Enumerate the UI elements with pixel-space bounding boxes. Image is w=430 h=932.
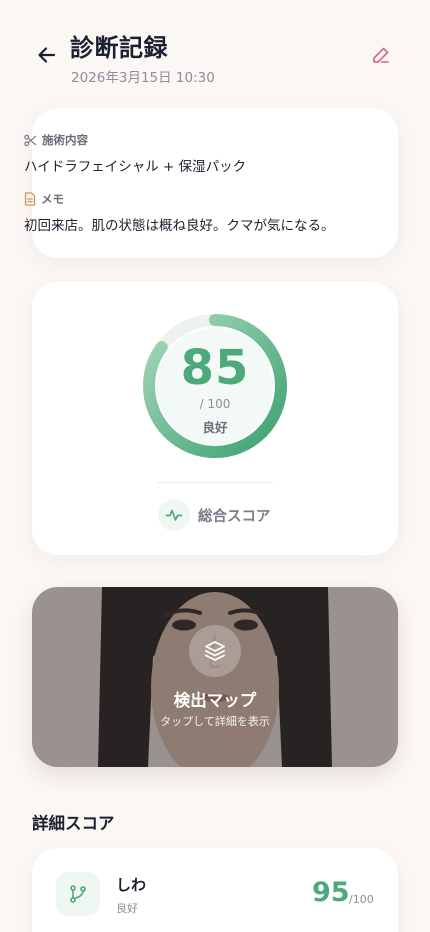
arrow-left-icon (38, 47, 56, 63)
detail-item-name: しわ (116, 876, 147, 894)
overall-score-card: 85 / 100 良好 総合スコア (32, 282, 398, 555)
treatment-info-card (32, 108, 398, 258)
activity-pulse-icon (165, 509, 183, 521)
overall-score-label: 総合スコア (198, 508, 271, 525)
photo-dim-overlay (32, 587, 398, 767)
memo-label: メモ (41, 192, 64, 206)
scissors-icon (24, 134, 37, 146)
memo-label-row: メモ (24, 191, 64, 207)
document-icon (24, 192, 36, 206)
treatment-value: ハイドラフェイシャル + 保湿パック (24, 159, 247, 175)
detail-item-rating: 良好 (116, 902, 138, 915)
treatment-label-row: 施術内容 (24, 132, 88, 148)
memo-value: 初回来店。肌の状態は概ね良好。クマが気になる。 (24, 218, 335, 234)
overall-score-max: / 100 (199, 397, 231, 411)
layers-badge (189, 625, 241, 677)
edit-button[interactable] (370, 44, 392, 66)
detail-item-max: /100 (349, 893, 374, 906)
header: 診断記録 2026年3月15日 10:30 (0, 0, 430, 100)
overall-score-rating: 良好 (202, 420, 228, 435)
detection-map-subtitle: タップして詳細を表示 (160, 715, 270, 728)
activity-pulse-badge (158, 499, 190, 531)
record-date: 2026年3月15日 10:30 (71, 70, 215, 86)
back-button[interactable] (34, 42, 60, 68)
branch-icon (70, 885, 86, 903)
layers-icon (205, 641, 225, 661)
detection-map-card[interactable]: 検出マップ タップして詳細を表示 (32, 587, 398, 767)
page-title: 診断記録 (70, 34, 168, 62)
detail-scores-heading: 詳細スコア (32, 814, 115, 833)
detail-icon-badge (56, 872, 100, 916)
diagnosis-record-screen: 診断記録 2026年3月15日 10:30 施術内容 ハイドラフェイシャル + … (0, 0, 430, 932)
overall-score-footer: 総合スコア (158, 499, 271, 531)
overall-score-value: 85 (180, 340, 250, 396)
detail-item-score: 95 (312, 877, 350, 908)
detail-score-item[interactable]: しわ 良好 95 /100 (32, 848, 398, 932)
pencil-icon (373, 47, 389, 63)
detection-map-title: 検出マップ (173, 691, 257, 710)
divider (157, 482, 273, 483)
treatment-label: 施術内容 (42, 133, 88, 147)
